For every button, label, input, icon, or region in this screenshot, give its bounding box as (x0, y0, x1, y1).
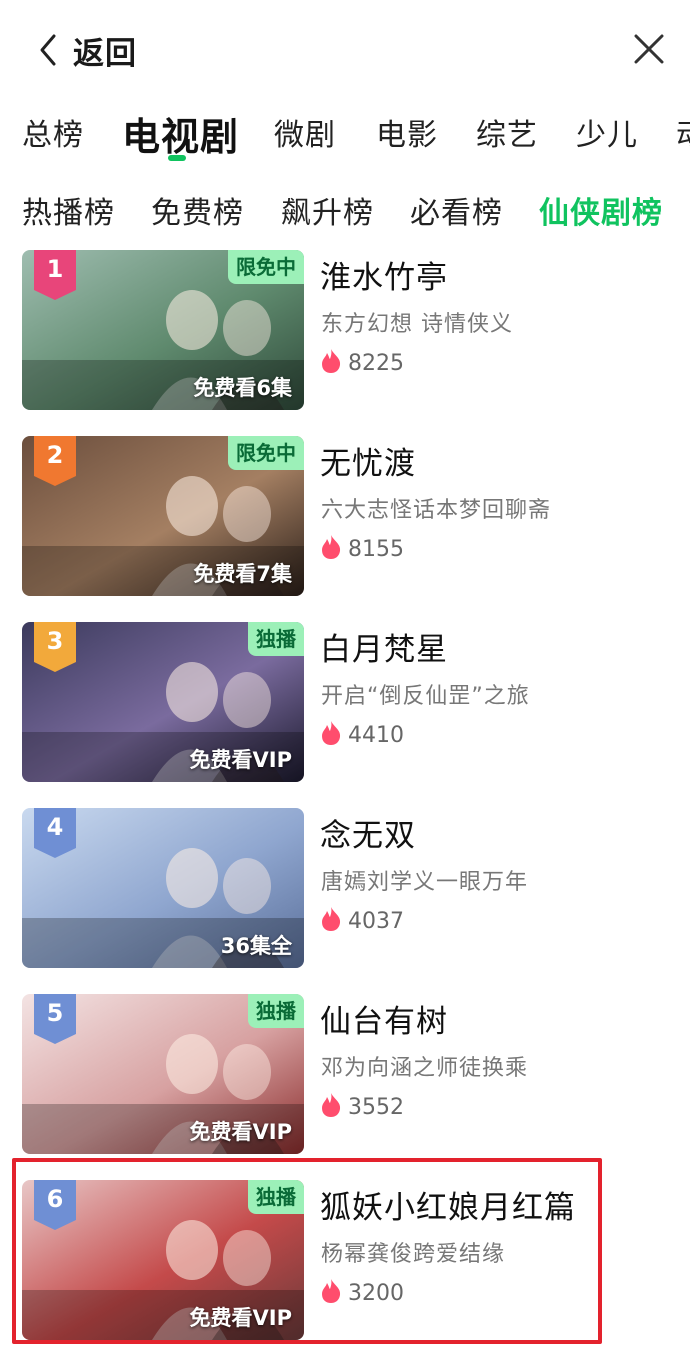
episode-info: 免费看VIP (189, 1120, 292, 1144)
episode-info: 36集全 (220, 934, 292, 958)
active-tab-indicator (168, 155, 186, 161)
tab-micro-drama[interactable]: 微剧 (274, 110, 336, 154)
show-title[interactable]: 淮水竹亭 (320, 252, 448, 297)
tab-tv-series[interactable]: 电视剧 (122, 106, 239, 161)
flame-icon (322, 349, 341, 373)
tab-variety[interactable]: 综艺 (476, 110, 538, 154)
rank-item[interactable]: 4 36集全 念无双唐嫣刘学义一眼万年 4037 (0, 808, 690, 968)
corner-tag: 独播 (248, 994, 304, 1028)
rank-item[interactable]: 1 限免中免费看6集 淮水竹亭东方幻想 诗情侠义 8225 (0, 250, 690, 410)
rank-item[interactable]: 5 独播免费看VIP 仙台有树邓为向涵之师徒换乘 3552 (0, 994, 690, 1154)
show-subtitle: 东方幻想 诗情侠义 (321, 312, 513, 337)
show-subtitle: 开启“倒反仙罡”之旅 (321, 684, 530, 709)
rank-number: 3 (46, 627, 64, 655)
poster-image[interactable]: 4 36集全 (22, 808, 304, 968)
heat-score: 4037 (320, 906, 404, 934)
heat-score: 3552 (320, 1092, 404, 1120)
heat-score: 4410 (320, 720, 404, 748)
tab-anime[interactable]: 动 (676, 110, 690, 154)
rank-item[interactable]: 2 限免中免费看7集 无忧渡六大志怪话本梦回聊斋 8155 (0, 436, 690, 596)
show-title[interactable]: 无忧渡 (320, 438, 416, 483)
poster-image[interactable]: 3 独播免费看VIP (22, 622, 304, 782)
heat-value: 4410 (348, 723, 404, 748)
subtab-rising[interactable]: 飙升榜 (281, 188, 374, 232)
show-title[interactable]: 白月梵星 (320, 624, 448, 669)
rank-item[interactable]: 3 独播免费看VIP 白月梵星开启“倒反仙罡”之旅 4410 (0, 622, 690, 782)
ranking-sub-tabs: 热播榜 免费榜 飙升榜 必看榜 仙侠剧榜 (0, 178, 690, 240)
rank-badge: 2 (34, 436, 76, 486)
corner-tag: 限免中 (228, 250, 304, 284)
poster-image[interactable]: 5 独播免费看VIP (22, 994, 304, 1154)
show-subtitle: 邓为向涵之师徒换乘 (321, 1056, 529, 1081)
close-icon[interactable] (630, 30, 668, 68)
rank-badge: 1 (34, 250, 76, 300)
subtab-xianxia[interactable]: 仙侠剧榜 (539, 188, 663, 232)
subtab-must-watch[interactable]: 必看榜 (410, 188, 503, 232)
rank-badge: 4 (34, 808, 76, 858)
back-chevron-icon[interactable] (34, 30, 66, 70)
episode-info: 免费看VIP (189, 748, 292, 772)
subtab-free[interactable]: 免费榜 (151, 188, 244, 232)
flame-icon (322, 721, 341, 745)
show-title[interactable]: 念无双 (320, 810, 416, 855)
rank-badge: 3 (34, 622, 76, 672)
rank-number: 1 (46, 255, 64, 283)
heat-value: 8155 (348, 537, 404, 562)
show-title[interactable]: 仙台有树 (320, 996, 448, 1041)
episode-info: 免费看7集 (193, 562, 292, 586)
rank-number: 4 (46, 813, 64, 841)
corner-tag: 独播 (248, 622, 304, 656)
flame-icon (322, 1093, 341, 1117)
rank-number: 2 (46, 441, 64, 469)
show-subtitle: 六大志怪话本梦回聊斋 (321, 498, 552, 523)
heat-score: 8225 (320, 348, 404, 376)
category-tabs: 总榜 电视剧 微剧 电影 综艺 少儿 动 (0, 100, 690, 170)
tab-overall[interactable]: 总榜 (22, 110, 84, 154)
heat-score: 8155 (320, 534, 404, 562)
heat-value: 4037 (348, 909, 404, 934)
highlight-frame (12, 1158, 602, 1344)
flame-icon (322, 907, 341, 931)
back-button[interactable]: 返回 (73, 28, 137, 73)
rank-badge: 5 (34, 994, 76, 1044)
poster-image[interactable]: 2 限免中免费看7集 (22, 436, 304, 596)
poster-image[interactable]: 1 限免中免费看6集 (22, 250, 304, 410)
top-bar: 返回 (0, 0, 690, 100)
heat-value: 3552 (348, 1095, 404, 1120)
corner-tag: 限免中 (228, 436, 304, 470)
show-subtitle: 唐嫣刘学义一眼万年 (321, 870, 529, 895)
rank-number: 5 (46, 999, 64, 1027)
heat-value: 8225 (348, 351, 404, 376)
tab-kids[interactable]: 少儿 (576, 110, 638, 154)
subtab-hot[interactable]: 热播榜 (22, 188, 115, 232)
episode-info: 免费看6集 (193, 376, 292, 400)
flame-icon (322, 535, 341, 559)
tab-movie[interactable]: 电影 (376, 110, 438, 154)
